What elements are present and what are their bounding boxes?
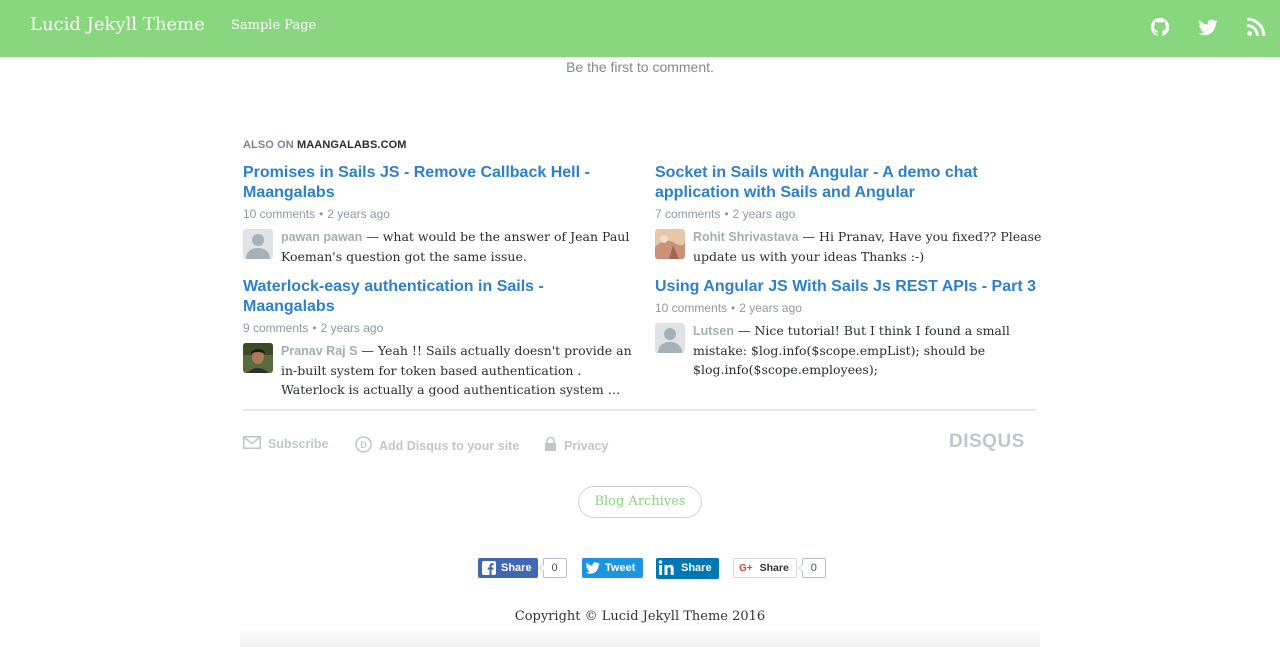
nav-link-sample-page[interactable]: Sample Page: [231, 18, 316, 33]
linkedin-icon: [658, 560, 676, 576]
comment-count: 7 comments: [655, 207, 721, 221]
also-on-header: ALSO ON MAANGALABS.COM: [243, 139, 407, 151]
privacy-link[interactable]: Privacy: [544, 436, 608, 455]
disqus-logo[interactable]: DISQUS: [949, 431, 1025, 453]
linkedin-share-label: Share: [681, 562, 712, 574]
post-age: 2 years ago: [320, 321, 384, 335]
envelope-icon: [243, 436, 261, 452]
twitter-icon[interactable]: [1197, 16, 1219, 38]
also-on-prefix: ALSO ON: [243, 139, 294, 151]
comment-count: 10 comments: [655, 301, 728, 315]
footer-shadow: [240, 628, 1040, 647]
default-avatar: [655, 323, 685, 353]
recommendation-meta: 10 comments • 2 years ago: [243, 206, 633, 222]
comment-author: Rohit Shrivastava: [693, 230, 799, 244]
recommendation-comment[interactable]: pawan pawan — what would be the answer o…: [243, 227, 633, 266]
add-disqus-label: Add Disqus to your site: [379, 439, 520, 453]
github-icon[interactable]: [1149, 16, 1171, 38]
recommendation-item: Promises in Sails JS - Remove Callback H…: [243, 163, 633, 266]
subscribe-label: Subscribe: [268, 437, 329, 451]
google-share-label: Share: [759, 562, 789, 574]
recommendation-comment[interactable]: Pranav Raj S — Yeah !! Sails actually do…: [243, 341, 633, 399]
comment-author: pawan pawan: [281, 230, 363, 244]
disqus-d-icon: D: [355, 436, 372, 456]
facebook-share-label: Share: [501, 562, 532, 574]
recommendation-title[interactable]: Waterlock-easy authentication in Sails -…: [243, 277, 633, 317]
comment-count: 10 comments: [243, 207, 316, 221]
recommendation-title[interactable]: Using Angular JS With Sails Js REST APIs…: [655, 277, 1055, 297]
site-brand[interactable]: Lucid Jekyll Theme: [30, 14, 205, 35]
linkedin-share-widget: Share: [656, 557, 719, 579]
facebook-share-count: 0: [538, 558, 567, 578]
post-age: 2 years ago: [732, 207, 796, 221]
comment-excerpt: Nice tutorial! But I think I found a sma…: [693, 323, 1010, 377]
svg-text:D: D: [360, 440, 367, 450]
lock-icon: [544, 436, 557, 455]
twitter-share-widget: Tweet: [582, 558, 644, 578]
tweet-button[interactable]: Tweet: [582, 558, 644, 578]
blog-archives-button[interactable]: Blog Archives: [578, 486, 702, 518]
top-navbar: Lucid Jekyll Theme Sample Page: [0, 0, 1280, 57]
facebook-share-button[interactable]: Share: [478, 558, 538, 578]
disqus-divider: [243, 409, 1036, 411]
comment-count: 9 comments: [243, 321, 309, 335]
post-age: 2 years ago: [739, 301, 802, 315]
recommendation-item: Socket in Sails with Angular - A demo ch…: [655, 163, 1045, 266]
default-avatar: [243, 229, 273, 259]
meta-separator: •: [319, 207, 324, 221]
tweet-label: Tweet: [605, 562, 636, 574]
photo-avatar: [243, 343, 273, 373]
privacy-label: Privacy: [564, 438, 609, 453]
recommendation-comment[interactable]: Rohit Shrivastava — Hi Pranav, Have you …: [655, 227, 1045, 266]
rss-icon[interactable]: [1245, 16, 1267, 38]
facebook-icon: [482, 561, 496, 575]
google-share-count: 0: [797, 558, 826, 578]
recommendation-title[interactable]: Socket in Sails with Angular - A demo ch…: [655, 163, 1045, 203]
recommendation-title[interactable]: Promises in Sails JS - Remove Callback H…: [243, 163, 633, 203]
recommendation-comment[interactable]: Lutsen — Nice tutorial! But I think I fo…: [655, 321, 1045, 379]
google-plus-icon: G+: [739, 562, 753, 574]
recommendation-meta: 10 comments • 2 years ago: [655, 300, 1055, 316]
google-share-widget: G+ Share 0: [733, 558, 826, 578]
google-plus-share-button[interactable]: G+ Share: [733, 558, 797, 578]
facebook-share-widget: Share 0: [478, 558, 567, 578]
linkedin-share-button[interactable]: Share: [656, 557, 719, 579]
recommendation-item: Waterlock-easy authentication in Sails -…: [243, 277, 633, 399]
recommendation-item: Using Angular JS With Sails Js REST APIs…: [655, 277, 1055, 379]
twitter-bird-icon: [586, 562, 600, 574]
photo-avatar: [655, 229, 685, 259]
empty-comments-message: Be the first to comment.: [566, 59, 714, 75]
meta-separator: •: [312, 321, 317, 335]
meta-separator: •: [724, 207, 729, 221]
comment-author: Pranav Raj S: [281, 344, 358, 358]
add-disqus-link[interactable]: D Add Disqus to your site: [355, 436, 519, 456]
copyright-text: Copyright © Lucid Jekyll Theme 2016: [514, 609, 766, 624]
recommendation-meta: 7 comments • 2 years ago: [655, 206, 1045, 222]
meta-separator: •: [731, 301, 736, 315]
recommendation-meta: 9 comments • 2 years ago: [243, 320, 633, 336]
also-on-site[interactable]: MAANGALABS.COM: [297, 139, 407, 151]
post-age: 2 years ago: [327, 207, 390, 221]
comment-author: Lutsen: [693, 324, 734, 338]
subscribe-link[interactable]: Subscribe: [243, 436, 328, 452]
